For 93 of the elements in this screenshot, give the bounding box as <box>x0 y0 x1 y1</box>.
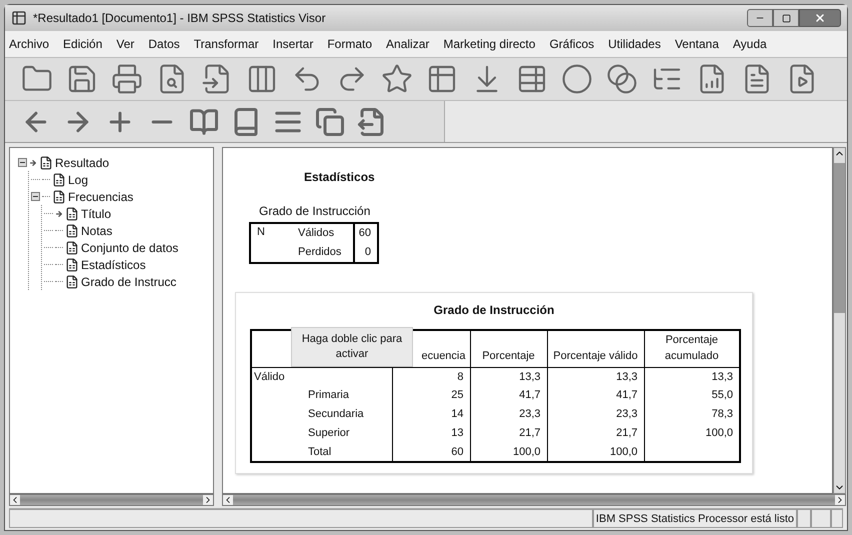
column-header: Porcentaje <box>482 350 535 362</box>
table-cell: 13 <box>451 427 464 440</box>
collapse-icon[interactable] <box>18 158 27 167</box>
table-cell: 23,3 <box>616 408 638 420</box>
table-cell: 13,3 <box>616 370 638 382</box>
scroll-left-icon[interactable] <box>223 495 233 505</box>
close-button[interactable] <box>799 9 841 27</box>
menu-item[interactable]: Ver <box>116 35 134 53</box>
table-cell: 100,0 <box>512 446 540 458</box>
tree-item[interactable]: Grado de Instrucc <box>81 272 176 290</box>
row-label: Secundaria <box>308 407 364 422</box>
menu-item[interactable]: Gráficos <box>549 35 594 53</box>
document-icon <box>65 274 79 288</box>
table-cell: 8 <box>457 370 464 382</box>
document-icon <box>52 172 66 186</box>
table-cell: N <box>257 226 265 238</box>
circles-icon[interactable] <box>606 63 638 95</box>
table-cell: 14 <box>451 408 464 420</box>
tree-item[interactable]: Log <box>68 170 88 188</box>
table-cell: 13,3 <box>519 370 540 382</box>
table-cell: 60 <box>451 446 464 458</box>
menu-item[interactable]: Formato <box>327 35 372 53</box>
scroll-left-icon[interactable] <box>10 495 20 505</box>
circle-icon[interactable] <box>561 63 593 95</box>
document-icon <box>65 240 79 254</box>
table-cell: Perdidos <box>298 246 342 258</box>
document-icon <box>65 258 79 272</box>
tree-item[interactable]: Resultado <box>55 154 110 172</box>
tooltip: Haga doble clic para activar <box>291 327 413 367</box>
table-cell: 23,3 <box>519 408 540 420</box>
table-caption: Grado de Instrucción <box>259 203 372 220</box>
table-cell: 60 <box>358 227 371 240</box>
table-cell: 0 <box>364 246 371 258</box>
row-label: Total <box>308 444 332 460</box>
table-title: Estadísticos <box>304 169 376 186</box>
column-header: ecuencia <box>421 350 466 362</box>
save-icon[interactable] <box>66 63 98 95</box>
row-group-label: Válido <box>254 370 285 382</box>
menu-item[interactable]: Utilidades <box>608 35 661 53</box>
tree-item[interactable]: Estadísticos <box>81 256 146 274</box>
document-icon <box>65 206 79 220</box>
menu-item[interactable]: Marketing directo <box>443 35 536 53</box>
menu-item[interactable]: Edición <box>63 35 102 53</box>
maximize-button[interactable] <box>773 9 799 27</box>
menu-item[interactable]: Analizar <box>386 35 430 53</box>
tree-item[interactable]: Frecuencias <box>68 188 134 206</box>
collapse-icon[interactable] <box>31 192 40 201</box>
table-cell: 13,3 <box>712 370 733 382</box>
window-title: *Resultado1 [Documento1] - IBM SPSS Statistics Visor <box>33 10 326 27</box>
table-cell: 100,0 <box>705 427 733 440</box>
table-icon[interactable] <box>516 63 548 95</box>
table-cell: 21,7 <box>616 427 638 440</box>
column-header: Porcentaje válido <box>553 350 638 362</box>
menu-item[interactable]: Ayuda <box>732 35 767 53</box>
maximize-icon <box>782 14 790 22</box>
menu-item[interactable]: Insertar <box>272 35 314 53</box>
status-panel <box>797 509 811 528</box>
columns-icon[interactable] <box>246 63 278 95</box>
table-title: Grado de Instrucción <box>432 302 556 319</box>
tree-item[interactable]: Título <box>81 204 112 222</box>
menu-item[interactable]: Datos <box>148 35 180 53</box>
table-cell: 55,0 <box>712 389 733 402</box>
tree-item[interactable]: Notas <box>81 222 112 240</box>
table-cell: Válidos <box>298 227 334 240</box>
menu-item[interactable]: Transformar <box>194 35 259 53</box>
row-label: Primaria <box>308 388 349 404</box>
grid-icon[interactable] <box>426 63 458 95</box>
menu-item[interactable]: Archivo <box>9 35 50 53</box>
table-cell: 25 <box>451 389 464 402</box>
document-icon <box>65 224 79 238</box>
scroll-right-icon[interactable] <box>203 495 213 505</box>
minimize-button[interactable] <box>747 9 773 27</box>
vertical-scrollbar[interactable] <box>833 147 846 494</box>
scroll-thumb[interactable] <box>834 163 845 313</box>
status-text: IBM SPSS Statistics Processor está listo <box>592 509 797 528</box>
row-label: Superior <box>308 426 350 442</box>
table-cell: 41,7 <box>519 389 540 402</box>
horizontal-scrollbar[interactable] <box>222 494 846 506</box>
column-header: Porcentaje acumulado <box>664 334 719 362</box>
app-icon <box>11 10 27 26</box>
document-icon <box>39 156 53 170</box>
horizontal-scrollbar[interactable] <box>9 494 214 506</box>
table-cell: 41,7 <box>616 389 638 402</box>
tree-item[interactable]: Conjunto de datos <box>81 238 178 256</box>
document-icon <box>52 190 66 204</box>
close-icon <box>814 12 826 24</box>
printer-icon[interactable] <box>111 63 143 95</box>
table-cell: 100,0 <box>610 446 638 458</box>
menu-item[interactable]: Ventana <box>674 35 719 53</box>
table-cell: 21,7 <box>519 427 540 440</box>
copy-document-icon[interactable] <box>315 106 345 136</box>
scroll-right-icon[interactable] <box>835 495 845 505</box>
table-cell: 78,3 <box>712 408 733 420</box>
